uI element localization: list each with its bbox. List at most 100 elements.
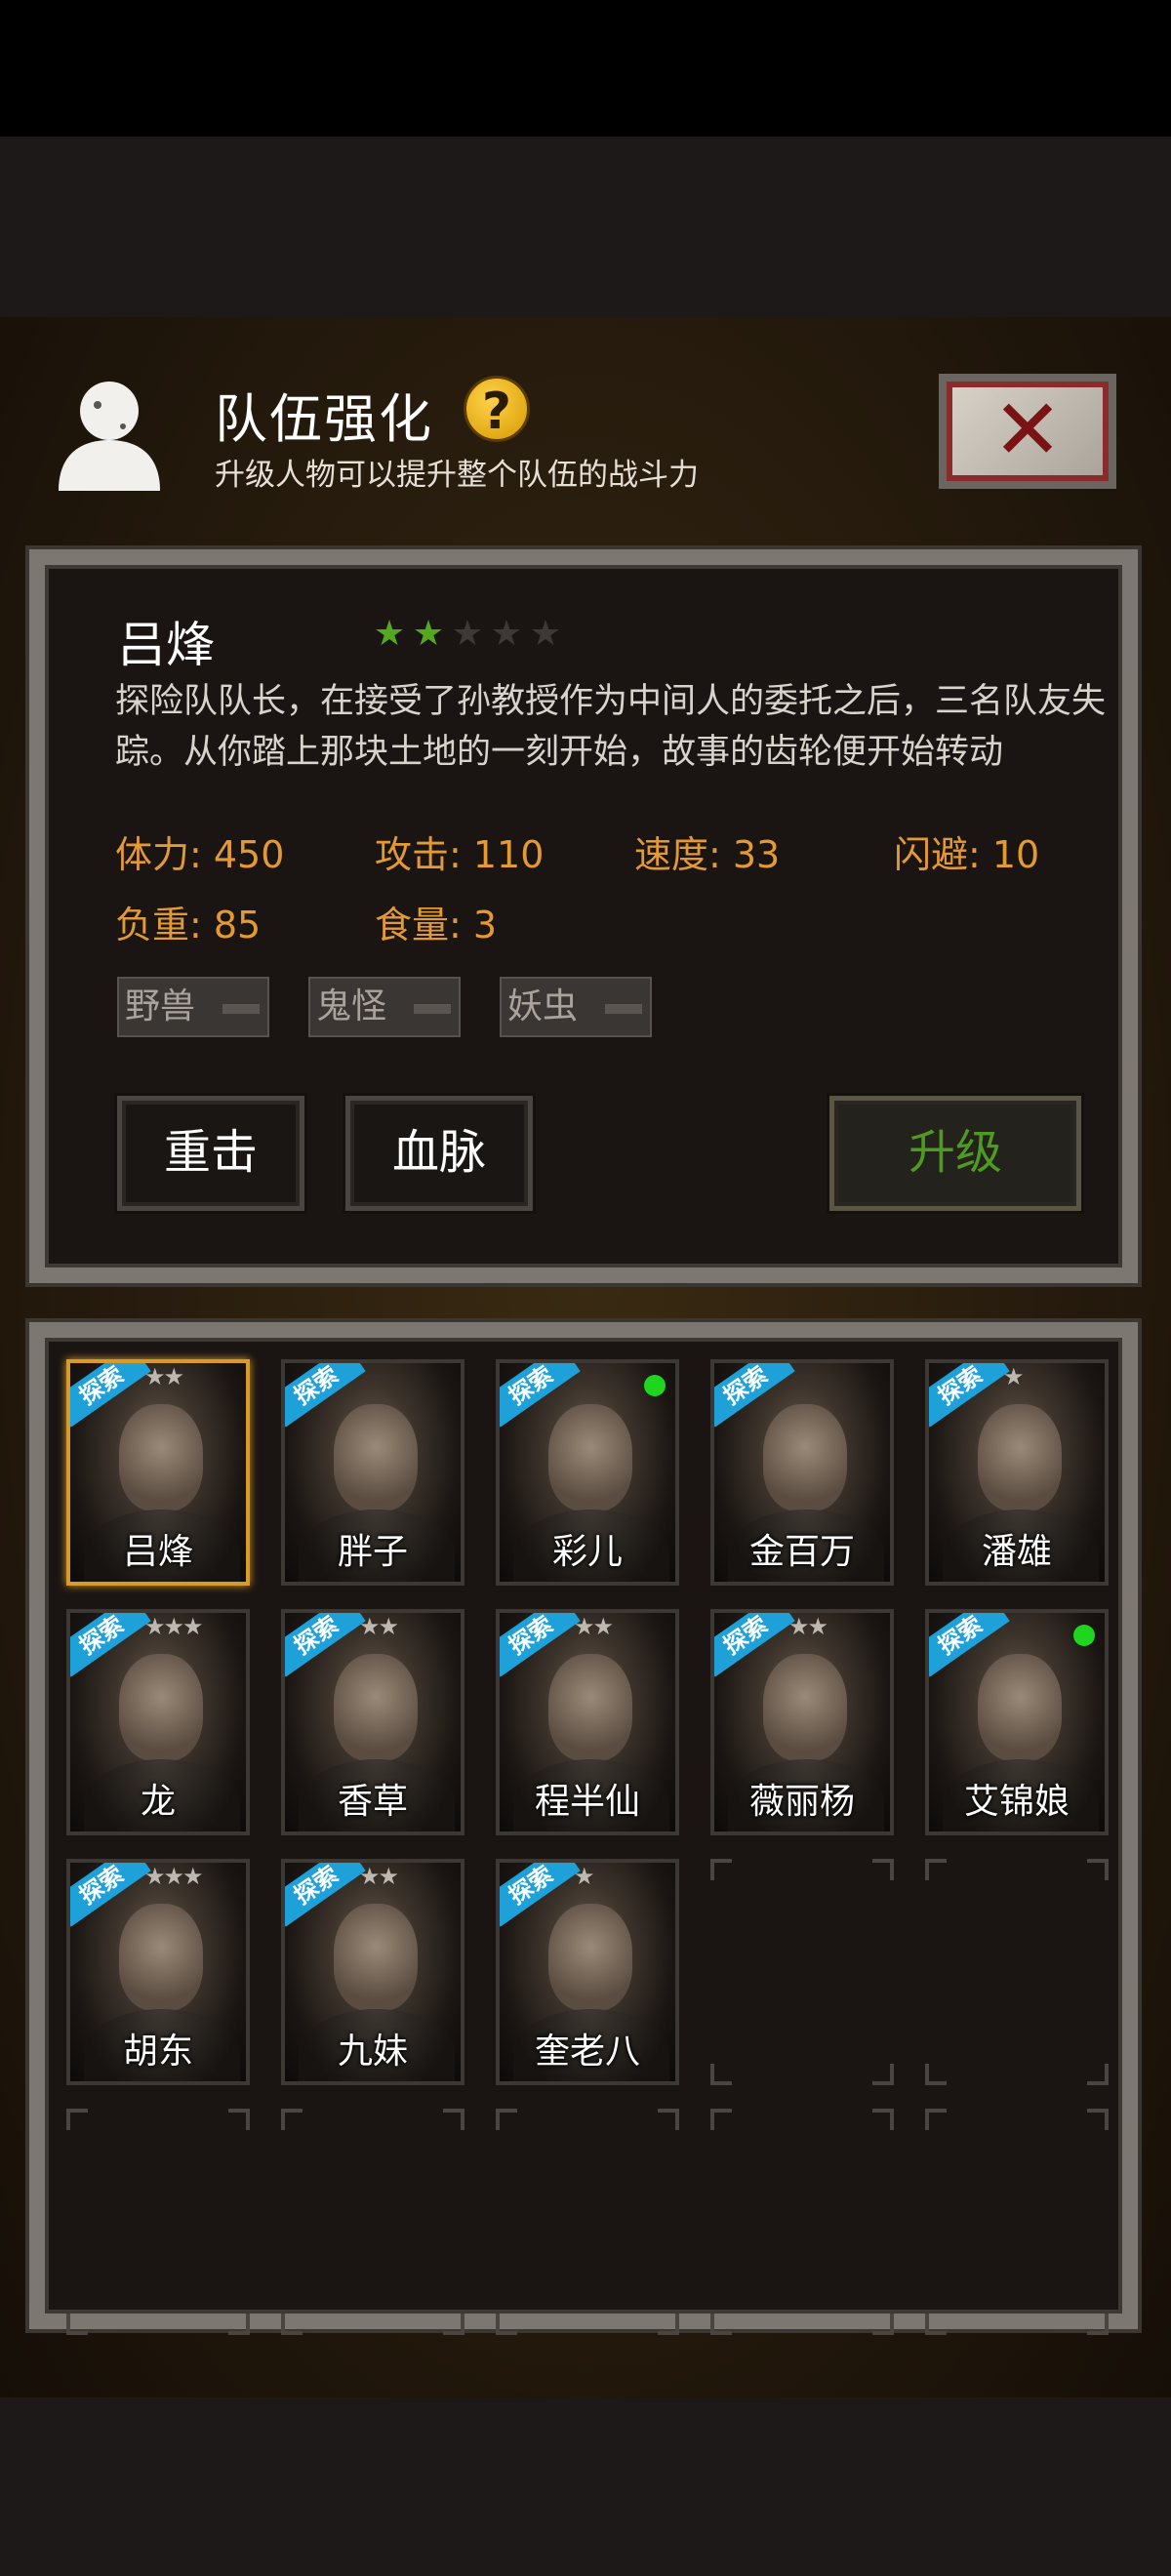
empty-slot	[496, 2109, 679, 2335]
portrait-face	[334, 1654, 418, 1761]
hero-card-stars: ★★★	[144, 1613, 204, 1640]
slot-corner	[1087, 2314, 1109, 2335]
hero-card-name: 潘雄	[981, 1532, 1052, 1572]
hero-card[interactable]: 探索 ★ 潘雄	[925, 1359, 1109, 1586]
empty-slot	[281, 2109, 464, 2335]
hero-card[interactable]: 探索 金百万	[710, 1359, 894, 1586]
portrait-face	[119, 1654, 203, 1761]
portrait-face	[978, 1404, 1062, 1511]
stat-speed: 速度: 33	[634, 833, 781, 876]
stat-dodge: 闪避: 10	[894, 833, 1040, 876]
hero-card-stars: ★★	[359, 1613, 399, 1640]
hero-card[interactable]: 探索 艾锦娘	[925, 1609, 1109, 1835]
slot-corner	[443, 2314, 464, 2335]
slot-corner	[281, 2109, 303, 2130]
panel-header: 队伍强化 ? 升级人物可以提升整个队伍的战斗力 ✕	[0, 317, 1171, 542]
hero-card-name: 吕烽	[122, 1532, 193, 1572]
portrait-face	[548, 1404, 632, 1511]
slot-corner	[1087, 2064, 1109, 2085]
slot-corner	[710, 2109, 732, 2130]
tag-beast: 野兽	[117, 977, 269, 1037]
stat-food: 食量: 3	[375, 904, 498, 946]
stat-hp: 体力: 450	[115, 833, 285, 876]
hero-card-stars: ★	[1003, 1363, 1024, 1390]
tag-bug: 妖虫	[500, 977, 652, 1037]
star-empty-icon: ★	[490, 614, 523, 654]
slot-corner	[710, 2064, 732, 2085]
online-indicator-icon	[644, 1375, 666, 1396]
portrait-face	[119, 1404, 203, 1511]
slot-corner	[66, 2109, 88, 2130]
slot-corner	[66, 2314, 88, 2335]
hero-description: 探险队队长，在接受了孙教授作为中间人的委托之后，三名队友失踪。从你踏上那块土地的…	[115, 682, 1107, 772]
hero-card-name: 香草	[337, 1782, 408, 1822]
star-filled-icon: ★	[373, 614, 406, 654]
avatar-silhouette-icon	[59, 382, 160, 491]
hero-card-name: 奎老八	[534, 2032, 640, 2072]
hero-card-stars: ★	[574, 1863, 594, 1890]
hero-card-name: 艾锦娘	[963, 1782, 1070, 1822]
hero-card-name: 胖子	[337, 1532, 408, 1572]
hero-card[interactable]: 探索 ★★ 程半仙	[496, 1609, 679, 1835]
portrait-face	[334, 1404, 418, 1511]
hero-card[interactable]: 探索 ★★ 九妹	[281, 1859, 464, 2085]
slot-corner	[872, 2109, 894, 2130]
hero-card[interactable]: 探索 ★★ 吕烽	[66, 1359, 250, 1586]
hero-star-rating: ★ ★ ★ ★ ★	[373, 614, 562, 654]
page-subtitle: 升级人物可以提升整个队伍的战斗力	[215, 458, 699, 493]
stat-load: 负重: 85	[115, 904, 262, 946]
skill-heavy-strike-button[interactable]: 重击	[117, 1096, 304, 1211]
hero-card[interactable]: 探索 ★★ 薇丽杨	[710, 1609, 894, 1835]
portrait-face	[334, 1904, 418, 2011]
portrait-face	[548, 1904, 632, 2011]
close-button[interactable]: ✕	[939, 374, 1116, 489]
portrait-face	[763, 1654, 847, 1761]
slot-corner	[658, 2109, 679, 2130]
slot-corner	[496, 2314, 517, 2335]
upgrade-button[interactable]: 升级	[829, 1096, 1081, 1211]
slot-corner	[710, 2314, 732, 2335]
empty-slot	[710, 1859, 894, 2085]
stat-attack: 攻击: 110	[375, 833, 545, 876]
hero-card[interactable]: 探索 ★★★ 龙	[66, 1609, 250, 1835]
hero-card-name: 彩儿	[551, 1532, 623, 1572]
slot-corner	[872, 2314, 894, 2335]
slot-corner	[710, 1859, 732, 1880]
slot-corner	[925, 2314, 947, 2335]
hero-card[interactable]: 探索 彩儿	[496, 1359, 679, 1586]
hero-card[interactable]: 探索 胖子	[281, 1359, 464, 1586]
hero-card-name: 九妹	[337, 2032, 408, 2072]
empty-slot	[925, 1859, 1109, 2085]
hero-card-name: 胡东	[122, 2032, 193, 2072]
hero-card-name: 金百万	[748, 1532, 855, 1572]
star-empty-icon: ★	[451, 614, 484, 654]
page-title: 队伍强化	[215, 388, 433, 450]
hero-card-stars: ★★	[574, 1613, 614, 1640]
hero-card-name: 薇丽杨	[748, 1782, 855, 1822]
empty-slot	[66, 2109, 250, 2335]
slot-corner	[925, 2064, 947, 2085]
hero-card[interactable]: 探索 ★ 奎老八	[496, 1859, 679, 2085]
enemy-tags: 野兽 鬼怪 妖虫	[117, 977, 652, 1037]
hero-card[interactable]: 探索 ★★ 香草	[281, 1609, 464, 1835]
question-icon[interactable]: ?	[464, 376, 530, 442]
slot-corner	[1087, 2109, 1109, 2130]
slot-corner	[228, 2109, 250, 2130]
slot-corner	[872, 2064, 894, 2085]
star-empty-icon: ★	[529, 614, 562, 654]
slot-corner	[872, 1859, 894, 1880]
hero-name: 吕烽	[117, 617, 215, 673]
hero-card[interactable]: 探索 ★★★ 胡东	[66, 1859, 250, 2085]
slot-corner	[1087, 1859, 1109, 1880]
hero-info-panel: 吕烽 ★ ★ ★ ★ ★ 探险队队长，在接受了孙教授作为中间人的委托之后，三名队友失踪。…	[29, 549, 1138, 1283]
portrait-face	[119, 1904, 203, 2011]
empty-slot	[925, 2109, 1109, 2335]
close-x-icon: ✕	[991, 382, 1064, 479]
slot-corner	[443, 2109, 464, 2130]
slot-corner	[925, 1859, 947, 1880]
tag-ghost: 鬼怪	[308, 977, 461, 1037]
roster-grid: 探索 ★★ 吕烽 探索 胖子 探索 彩儿 探索 金百万 探索 ★ 潘雄 探索 ★★★ 龙探索 ★★ 香草 探索 ★★…	[29, 1322, 1138, 2335]
empty-slot	[710, 2109, 894, 2335]
star-filled-icon: ★	[412, 614, 445, 654]
skill-bloodline-button[interactable]: 血脉	[345, 1096, 533, 1211]
